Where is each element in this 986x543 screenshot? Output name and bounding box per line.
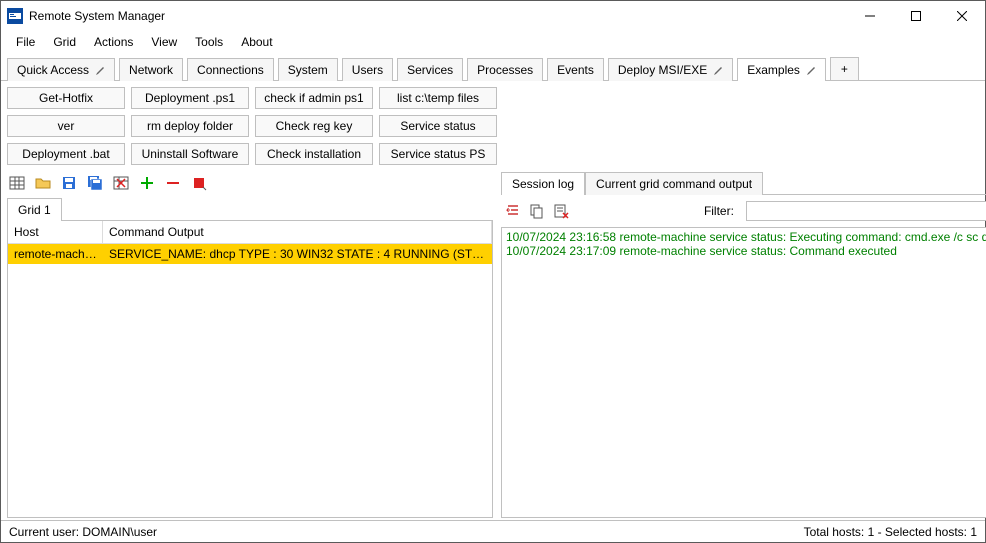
host-grid: Host Command Output remote-machineSERVIC… (7, 221, 493, 518)
maximize-button[interactable] (893, 1, 939, 31)
content-split: Grid 1 Host Command Output remote-machin… (1, 171, 985, 520)
action-button-deployment-bat[interactable]: Deployment .bat (7, 143, 125, 165)
tab-label: Connections (197, 63, 264, 77)
tab-label: Network (129, 63, 173, 77)
filter-input[interactable] (746, 201, 986, 221)
outdent-icon[interactable] (505, 203, 521, 219)
main-tab-strip: Quick Access Network Connections System User… (1, 53, 985, 81)
col-host[interactable]: Host (8, 221, 103, 243)
tab-session-log[interactable]: Session log (501, 172, 585, 195)
status-current-user: Current user: DOMAIN\user (9, 525, 157, 539)
tab-label: Users (352, 63, 383, 77)
button-row: Deployment .bat Uninstall Software Check i… (7, 143, 979, 165)
main-tab-quick-access[interactable]: Quick Access (7, 58, 115, 81)
tab-label: Examples (747, 63, 800, 77)
menubar: File Grid Actions View Tools About (1, 31, 985, 53)
menu-actions[interactable]: Actions (85, 33, 142, 51)
menu-file[interactable]: File (7, 33, 44, 51)
filter-label: Filter: (704, 204, 734, 218)
pencil-icon (713, 65, 723, 75)
action-button-rm-deploy-folder[interactable]: rm deploy folder (131, 115, 249, 137)
action-button-uninstall-software[interactable]: Uninstall Software (131, 143, 249, 165)
col-output[interactable]: Command Output (103, 221, 492, 243)
grid-tab-strip: Grid 1 (7, 197, 493, 221)
main-tab-examples[interactable]: Examples (737, 58, 826, 81)
window-title: Remote System Manager (29, 9, 847, 23)
right-tab-strip: Session log Current grid command output (501, 171, 986, 195)
menu-about[interactable]: About (232, 33, 281, 51)
pencil-icon (806, 65, 816, 75)
save-icon[interactable] (61, 175, 77, 191)
cell-host: remote-machine (8, 244, 103, 264)
main-tab-users[interactable]: Users (342, 58, 393, 81)
tab-label: System (288, 63, 328, 77)
right-pane: Session log Current grid command output … (501, 171, 986, 518)
action-button-service-status-ps[interactable]: Service status PS (379, 143, 497, 165)
grid-tab-1[interactable]: Grid 1 (7, 198, 62, 221)
tab-label: Processes (477, 63, 533, 77)
button-row: Get-Hotfix Deployment .ps1 check if admin … (7, 87, 979, 109)
log-toolbar: Filter: (501, 195, 986, 227)
main-tab-system[interactable]: System (278, 58, 338, 81)
action-button-check-installation[interactable]: Check installation (255, 143, 373, 165)
table-row[interactable]: remote-machineSERVICE_NAME: dhcp TYPE : … (8, 244, 492, 264)
grid-header: Host Command Output (8, 221, 492, 244)
action-button-list-c-temp-files[interactable]: list c:\temp files (379, 87, 497, 109)
tab-label: Services (407, 63, 453, 77)
action-button-ver[interactable]: ver (7, 115, 125, 137)
log-line: 10/07/2024 23:17:09 remote-machine servi… (506, 244, 986, 258)
cell-output: SERVICE_NAME: dhcp TYPE : 30 WIN32 STATE… (103, 244, 492, 264)
add-tab-button[interactable]: + (830, 57, 859, 80)
menu-tools[interactable]: Tools (186, 33, 232, 51)
clear-grid-icon[interactable] (113, 175, 129, 191)
grid-toolbar (7, 171, 493, 197)
log-line: 10/07/2024 23:16:58 remote-machine servi… (506, 230, 986, 244)
titlebar: Remote System Manager (1, 1, 985, 31)
app-icon (7, 8, 23, 24)
button-row: ver rm deploy folder Check reg key Service … (7, 115, 979, 137)
open-folder-icon[interactable] (35, 175, 51, 191)
close-button[interactable] (939, 1, 985, 31)
minimize-button[interactable] (847, 1, 893, 31)
main-tab-events[interactable]: Events (547, 58, 604, 81)
main-tab-processes[interactable]: Processes (467, 58, 543, 81)
menu-grid[interactable]: Grid (44, 33, 85, 51)
main-tab-network[interactable]: Network (119, 58, 183, 81)
remove-icon[interactable] (165, 175, 181, 191)
action-button-get-hotfix[interactable]: Get-Hotfix (7, 87, 125, 109)
session-log[interactable]: 10/07/2024 23:16:58 remote-machine servi… (501, 227, 986, 518)
tab-label: Deploy MSI/EXE (618, 63, 707, 77)
action-button-area: Get-Hotfix Deployment .ps1 check if admin … (1, 81, 985, 171)
clear-log-icon[interactable] (553, 203, 569, 219)
tab-current-output[interactable]: Current grid command output (585, 172, 763, 195)
pencil-icon (95, 65, 105, 75)
main-tab-deploy-msi-exe[interactable]: Deploy MSI/EXE (608, 58, 733, 81)
tab-label: Quick Access (17, 63, 89, 77)
window-controls (847, 1, 985, 31)
action-button-deployment-ps1[interactable]: Deployment .ps1 (131, 87, 249, 109)
action-button-check-if-admin-ps1[interactable]: check if admin ps1 (255, 87, 373, 109)
status-bar: Current user: DOMAIN\user Total hosts: 1… (1, 520, 985, 542)
app-window: Remote System Manager File Grid Actions … (0, 0, 986, 543)
add-icon[interactable] (139, 175, 155, 191)
action-button-service-status[interactable]: Service status (379, 115, 497, 137)
main-tab-connections[interactable]: Connections (187, 58, 274, 81)
main-tab-services[interactable]: Services (397, 58, 463, 81)
copy-icon[interactable] (529, 203, 545, 219)
grid-body[interactable]: remote-machineSERVICE_NAME: dhcp TYPE : … (8, 244, 492, 517)
save-all-icon[interactable] (87, 175, 103, 191)
stop-icon[interactable] (191, 175, 207, 191)
menu-view[interactable]: View (142, 33, 186, 51)
tab-label: Events (557, 63, 594, 77)
left-pane: Grid 1 Host Command Output remote-machin… (7, 171, 493, 518)
status-host-count: Total hosts: 1 - Selected hosts: 1 (804, 525, 977, 539)
action-button-check-reg-key[interactable]: Check reg key (255, 115, 373, 137)
grid-icon[interactable] (9, 175, 25, 191)
